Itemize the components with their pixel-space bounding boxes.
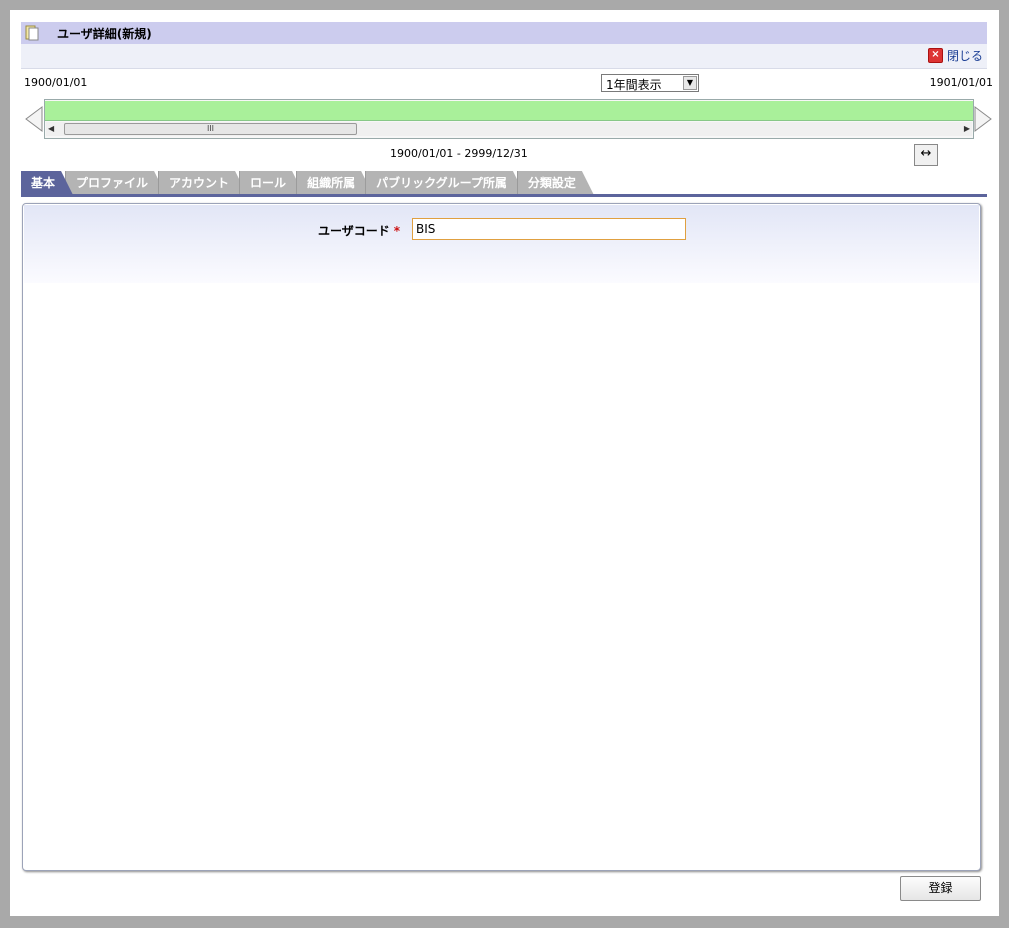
timeline-start-date: 1900/01/01 xyxy=(24,76,88,89)
period-select[interactable]: 1年間表示 ▼ xyxy=(601,74,699,92)
close-label: 閉じる xyxy=(946,49,983,63)
close-icon: × xyxy=(927,48,943,63)
timeline-scrollbar[interactable]: ◀ III ▶ xyxy=(46,122,972,136)
form-header: ユーザコード * BIS xyxy=(24,205,979,283)
period-select-value: 1年間表示 xyxy=(606,78,662,92)
tab-public-group[interactable]: パブリックグループ所属 xyxy=(365,171,525,195)
page-title: ユーザ詳細(新規) xyxy=(57,27,152,41)
user-code-label: ユーザコード * xyxy=(318,222,400,239)
timeline-prev-arrow-icon[interactable] xyxy=(24,106,44,132)
tab-role[interactable]: ロール xyxy=(239,171,304,195)
timeline-end-date: 1901/01/01 xyxy=(929,76,993,89)
chevron-down-icon[interactable]: ▼ xyxy=(683,76,697,90)
register-button[interactable]: 登録 xyxy=(900,876,981,901)
timeline: ◀ III ▶ xyxy=(44,99,974,139)
required-mark: * xyxy=(393,224,401,238)
tab-account[interactable]: アカウント xyxy=(158,171,247,195)
scroll-right-icon[interactable]: ▶ xyxy=(964,124,970,133)
user-code-input[interactable]: BIS xyxy=(412,218,686,240)
close-button[interactable]: × 閉じる xyxy=(927,47,983,64)
expand-horizontal-button[interactable]: ↔ xyxy=(914,144,938,166)
scroll-left-icon[interactable]: ◀ xyxy=(48,124,54,133)
tab-classification[interactable]: 分類設定 xyxy=(517,171,594,195)
user-code-label-text: ユーザコード xyxy=(318,224,390,238)
timeline-period-bar[interactable] xyxy=(45,101,973,121)
dialog-window: ユーザ詳細(新規) × 閉じる 1900/01/01 1年間表示 ▼ 1901/… xyxy=(10,10,999,916)
expand-arrows-icon: ↔ xyxy=(920,146,932,161)
tab-underline xyxy=(21,194,987,197)
title-bar: ユーザ詳細(新規) xyxy=(21,22,987,44)
form-panel: ユーザコード * BIS xyxy=(22,203,981,871)
close-bar: × 閉じる xyxy=(21,44,987,69)
tab-profile[interactable]: プロファイル xyxy=(65,171,166,195)
scrollbar-thumb[interactable]: III xyxy=(64,123,357,135)
tab-bar: 基本 プロファイル アカウント ロール 組織所属 パブリックグループ所属 分類設… xyxy=(21,171,586,195)
timeline-next-arrow-icon[interactable] xyxy=(973,106,993,132)
timeline-range: 1900/01/01 - 2999/12/31 xyxy=(390,147,528,160)
document-icon xyxy=(25,25,39,41)
tab-organization[interactable]: 組織所属 xyxy=(296,171,373,195)
